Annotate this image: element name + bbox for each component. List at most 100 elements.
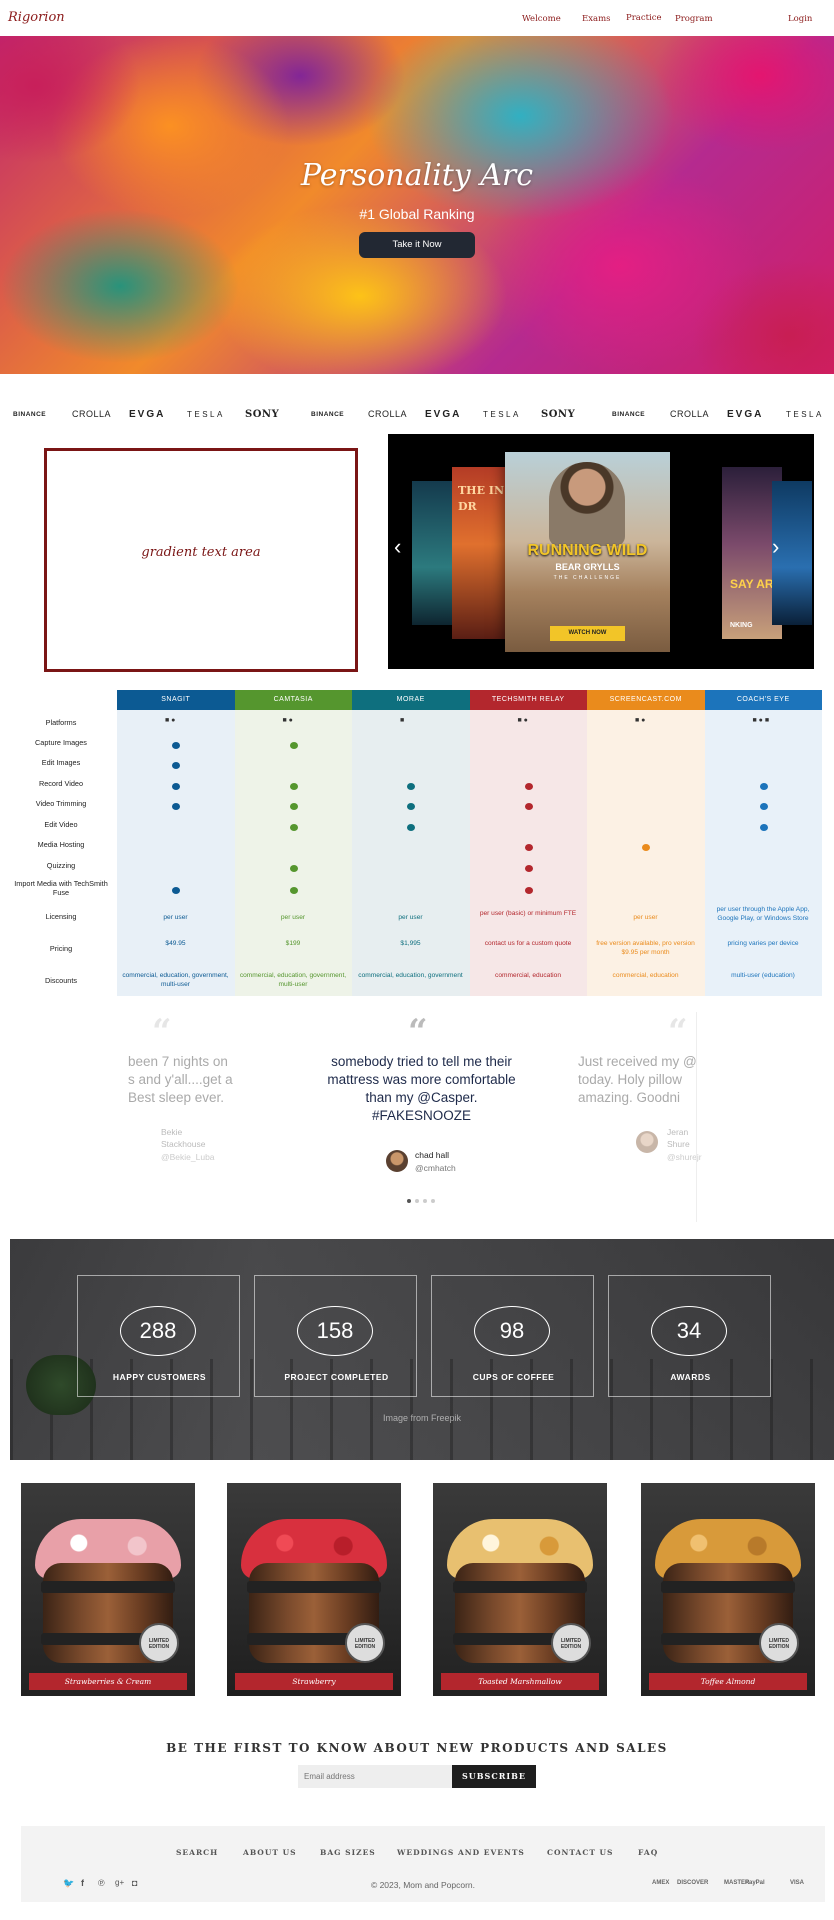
poster-center[interactable]: RUNNING WILD BEAR GRYLLS THE CHALLENGE W…	[505, 452, 670, 652]
visa-icon: VISA	[790, 1880, 805, 1886]
limited-edition-seal: LIMITED EDITION	[551, 1623, 591, 1663]
pricing-cell: $199	[285, 940, 301, 947]
barrel-band	[41, 1581, 175, 1593]
footer-link-faq[interactable]: FAQ	[638, 1848, 658, 1857]
poster-left-title: THE IN DR	[458, 484, 504, 513]
testimonial-center-name: chad hall	[415, 1150, 450, 1160]
platform-icons: ■	[400, 717, 405, 724]
licensing-cell: per user (basic) or minimum FTE	[479, 910, 577, 917]
nav-exams[interactable]: Exams	[582, 14, 611, 24]
barrel-band	[247, 1581, 381, 1593]
feature-check-dot	[524, 887, 533, 894]
barrel-band	[453, 1581, 587, 1593]
product-name: Strawberries & Cream	[29, 1673, 187, 1690]
feature-check-dot	[172, 803, 180, 810]
poster-right-sub: NKING	[730, 622, 753, 629]
sony-logo: SONY	[541, 409, 576, 420]
watch-now-button[interactable]: WATCH NOW	[550, 626, 625, 641]
sony-logo: SONY	[245, 409, 280, 420]
pricing-cell: pricing varies per device	[727, 940, 799, 947]
feature-check-dot	[407, 824, 415, 831]
row-label-capture-images: Capture Images	[35, 738, 87, 747]
footer-link-weddings[interactable]: WEDDINGS AND EVENTS	[397, 1848, 525, 1857]
testimonial-right-name: Jeran Shure	[667, 1127, 690, 1149]
brand-logo[interactable]: Rigorion	[8, 10, 65, 25]
feature-check-dot	[172, 762, 180, 769]
discounts-cell: commercial, education, government, multi…	[122, 972, 229, 988]
feature-check-dot	[524, 783, 533, 790]
feature-check-dot	[524, 865, 533, 872]
pricing-cell: contact us for a custom quote	[484, 940, 572, 947]
carousel-next-icon[interactable]: ›	[772, 534, 779, 560]
poster-carousel[interactable]: THE IN DR SAY AR NKING RUNNING WILD BEAR…	[388, 434, 814, 669]
platform-icons: ■ ●	[517, 717, 528, 724]
feature-check-dot	[289, 824, 298, 831]
product-card[interactable]: LIMITED EDITION Toffee Almond	[641, 1483, 815, 1696]
nav-login[interactable]: Login	[788, 14, 812, 24]
tesla-logo: TESLA	[187, 410, 225, 419]
poster-left[interactable]: THE IN DR	[452, 467, 512, 639]
row-label-discounts: Discounts	[44, 976, 78, 985]
poster-center-tagline: THE CHALLENGE	[553, 575, 622, 581]
stat-card: 158 PROJECT COMPLETED	[254, 1275, 417, 1397]
pagination-dot[interactable]	[423, 1199, 427, 1203]
stat-card: 98 CUPS OF COFFEE	[431, 1275, 594, 1397]
nav-welcome[interactable]: Welcome	[522, 14, 561, 24]
tesla-logo: TESLA	[786, 410, 824, 419]
discounts-cell: multi-user (education)	[731, 972, 795, 979]
testimonial-center-text: somebody tried to tell me their mattress…	[327, 1054, 516, 1123]
product-card[interactable]: LIMITED EDITION Strawberries & Cream	[21, 1483, 195, 1696]
crolla-logo: CROLLA	[72, 409, 112, 419]
avatar	[636, 1131, 658, 1153]
col-bg-camtasia	[234, 710, 352, 996]
product-card[interactable]: LIMITED EDITION Toasted Marshmallow	[433, 1483, 607, 1696]
email-field[interactable]	[298, 1765, 452, 1788]
row-label-pricing: Pricing	[49, 944, 73, 953]
feature-check-dot	[289, 887, 298, 894]
footer-link-about-us[interactable]: ABOUT US	[243, 1848, 297, 1857]
feature-check-dot	[172, 742, 180, 749]
gradient-text-box: gradient text area	[44, 448, 358, 672]
pagination-dot[interactable]	[431, 1199, 435, 1203]
take-it-now-button[interactable]: Take it Now	[359, 232, 475, 258]
row-label-video-trimming: Video Trimming	[35, 799, 87, 808]
stat-card: 288 HAPPY CUSTOMERS	[77, 1275, 240, 1397]
quote-icon: “	[408, 1012, 428, 1052]
tesla-logo: TESLA	[483, 410, 521, 419]
crolla-logo: CROLLA	[368, 409, 408, 419]
feature-check-dot	[524, 844, 533, 851]
discover-icon: DISCOVER	[677, 1880, 709, 1886]
nav-practice[interactable]: Practice	[626, 13, 662, 23]
pagination-dot-active[interactable]	[407, 1199, 411, 1203]
binance-logo: BINANCE	[13, 411, 47, 418]
row-label-licensing: Licensing	[45, 912, 77, 921]
feature-check-dot	[407, 803, 415, 810]
carousel-prev-icon[interactable]: ‹	[394, 534, 401, 560]
row-label-platforms: Platforms	[45, 718, 77, 727]
pricing-cell: $1,995	[400, 940, 421, 947]
footer-link-search[interactable]: SEARCH	[176, 1848, 218, 1857]
slider-edge-divider	[696, 1012, 697, 1222]
quote-icon: “	[668, 1012, 688, 1052]
col-header-morae: MORAE	[352, 690, 470, 710]
col-header-screencast: SCREENCAST.COM	[587, 690, 705, 710]
nav-program[interactable]: Program	[675, 14, 713, 24]
row-label-edit-images: Edit Images	[41, 758, 81, 767]
stat-label: CUPS OF COFFEE	[472, 1372, 555, 1382]
footer-link-contact-us[interactable]: CONTACT US	[547, 1848, 613, 1857]
feature-check-dot	[759, 783, 768, 790]
binance-logo: BINANCE	[612, 411, 646, 418]
testimonial-right-text: Just received my @ today. Holy pillow am…	[578, 1054, 697, 1105]
stat-value: 288	[120, 1306, 196, 1356]
product-card[interactable]: LIMITED EDITION Strawberry	[227, 1483, 401, 1696]
footer-link-bag-sizes[interactable]: BAG SIZES	[320, 1848, 376, 1857]
binance-logo: BINANCE	[311, 411, 345, 418]
platform-icons: ■ ●	[165, 717, 176, 724]
hero-banner: Personality Arc #1 Global Ranking Take i…	[0, 36, 834, 374]
subscribe-button[interactable]: SUBSCRIBE	[452, 1765, 536, 1788]
stat-value: 158	[297, 1306, 373, 1356]
hero-subtitle: #1 Global Ranking	[359, 206, 475, 222]
feature-check-dot	[172, 887, 180, 894]
pagination-dot[interactable]	[415, 1199, 419, 1203]
evga-logo: EVGA	[425, 409, 462, 420]
